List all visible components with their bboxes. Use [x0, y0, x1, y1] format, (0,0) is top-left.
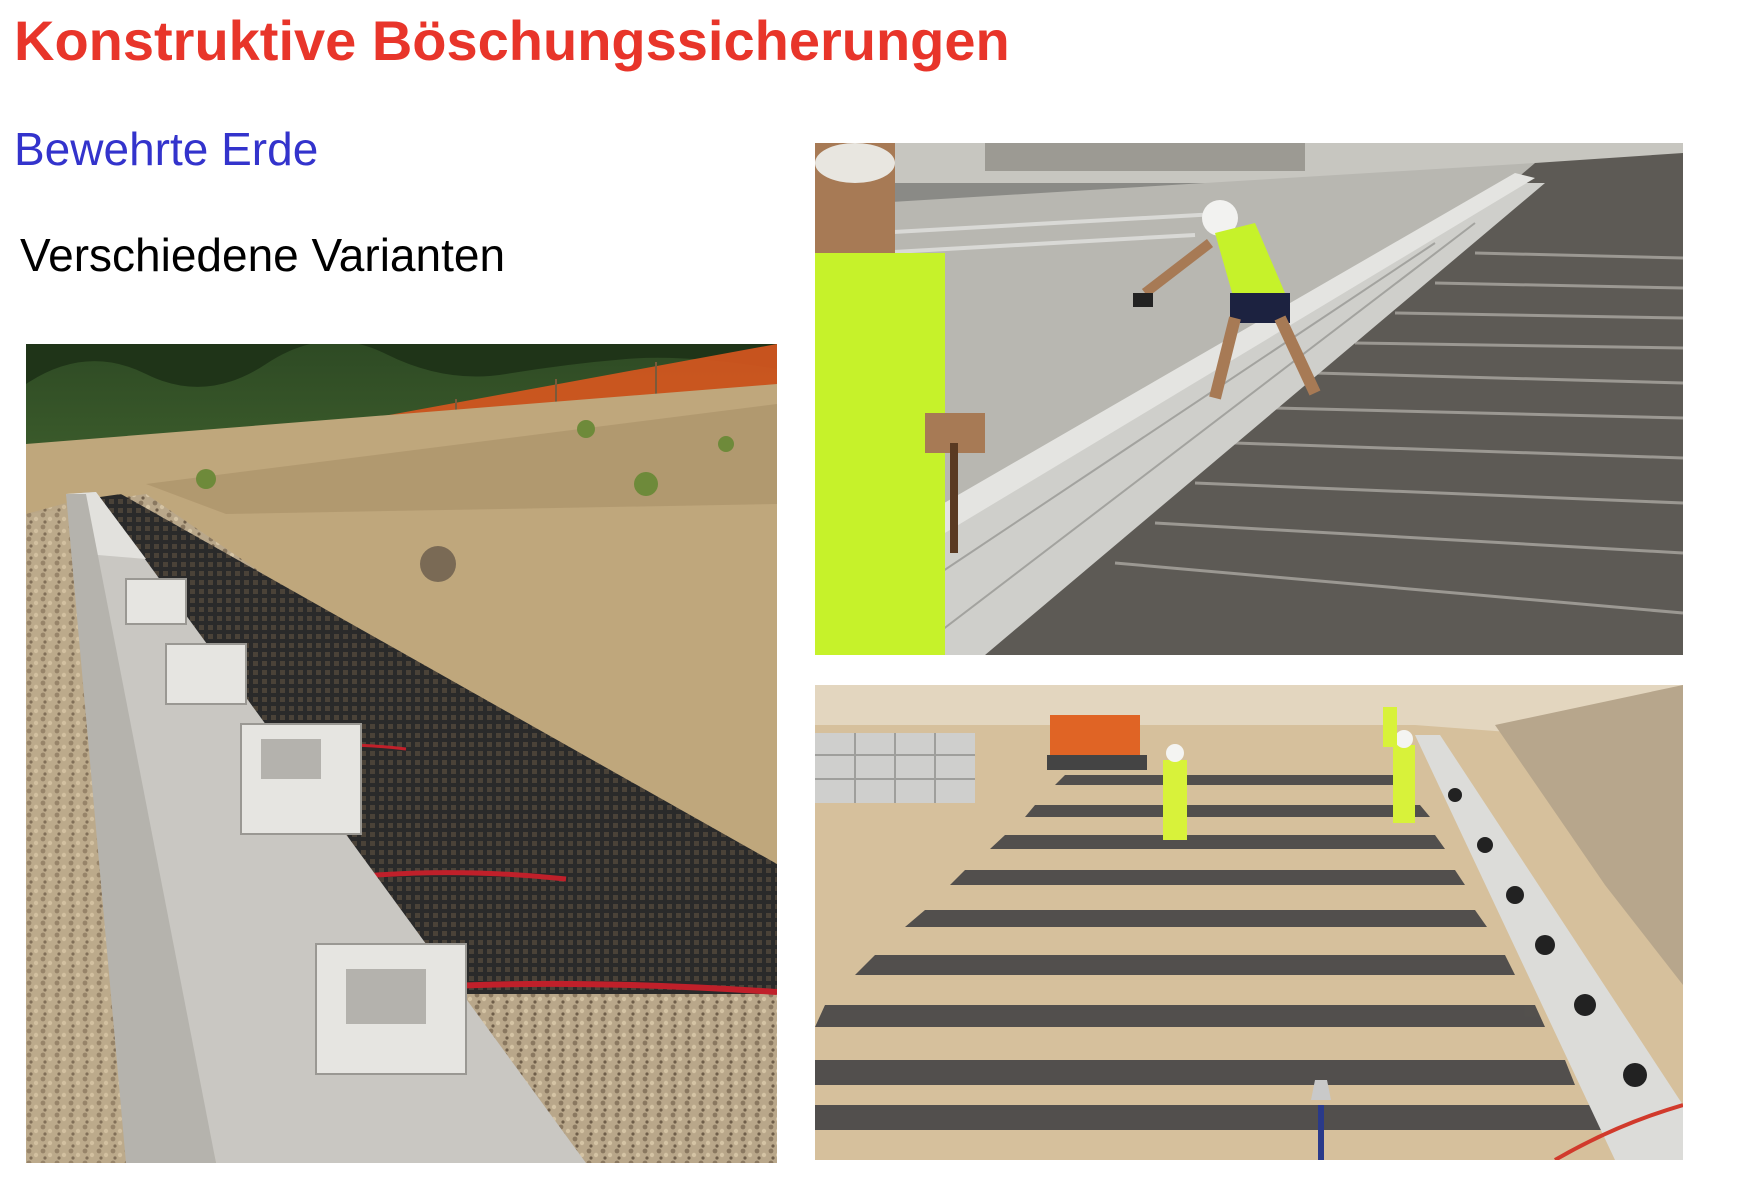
slide-subheading: Verschiedene Varianten — [20, 229, 506, 281]
photo-geogrid-strips — [815, 685, 1683, 1160]
photo-workers-steel-mesh — [815, 143, 1683, 655]
slide-subtitle: Bewehrte Erde — [14, 123, 319, 175]
photo-wall-geogrid — [26, 344, 777, 1163]
slide-title: Konstruktive Böschungssicherungen — [14, 9, 1010, 72]
